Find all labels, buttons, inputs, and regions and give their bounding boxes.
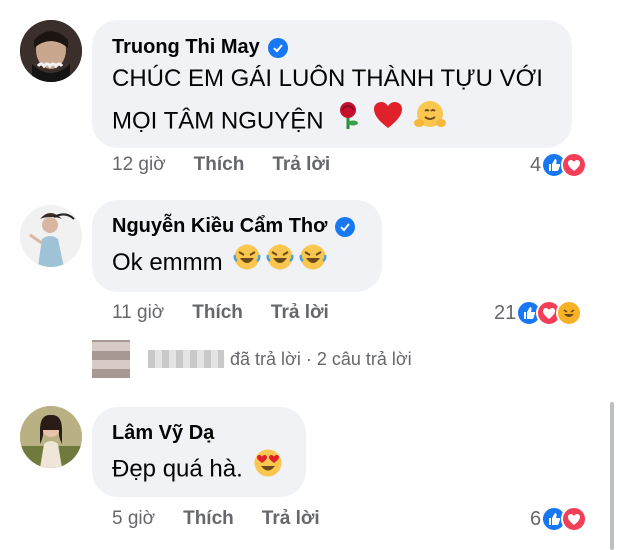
red-heart-icon — [373, 101, 403, 143]
love-reaction-icon — [561, 506, 588, 532]
avatar[interactable] — [20, 20, 82, 82]
redacted-replier-name — [148, 350, 224, 368]
author-row: Truong Thi May — [112, 36, 288, 59]
avatar-image — [20, 205, 82, 267]
avatar-image — [20, 406, 82, 468]
reply-button[interactable]: Trả lời — [271, 302, 329, 324]
comment-line: MỌI TÂM NGUYỆN — [112, 107, 324, 135]
author-name[interactable]: Truong Thi May — [112, 36, 260, 59]
author-name[interactable]: Nguyễn Kiều Cẩm Thơ — [112, 215, 327, 238]
timestamp[interactable]: 12 giờ — [112, 154, 166, 176]
rofl-icon — [233, 243, 261, 285]
haha-reaction-icon — [556, 300, 583, 326]
like-button[interactable]: Thích — [192, 302, 243, 324]
comment-actions: 12 giờ Thích Trả lời — [112, 154, 358, 176]
scrollbar[interactable] — [610, 402, 614, 550]
reaction-count: 6 — [530, 507, 542, 530]
comment-line: Đẹp quá hà. — [112, 455, 243, 483]
comment-line-with-emoji: MỌI TÂM NGUYỆN — [112, 100, 543, 144]
reaction-summary[interactable]: 6 — [530, 506, 588, 532]
author-name[interactable]: Lâm Vỹ Dạ — [112, 422, 214, 445]
author-row: Lâm Vỹ Dạ — [112, 422, 214, 445]
reaction-count: 21 — [494, 301, 517, 324]
comment-text: Đẹp quá hà. — [112, 448, 283, 492]
rose-icon — [334, 100, 362, 144]
like-button[interactable]: Thích — [194, 154, 245, 176]
replier-avatar — [92, 340, 130, 378]
reaction-summary[interactable]: 4 — [530, 152, 588, 178]
author-row: Nguyễn Kiều Cẩm Thơ — [112, 215, 356, 238]
avatar-image — [20, 20, 82, 82]
view-replies-row[interactable]: đã trả lời · 2 câu trả lời — [92, 340, 412, 378]
reaction-summary[interactable]: 21 — [494, 300, 583, 326]
comment-line: CHÚC EM GÁI LUÔN THÀNH TỰU VỚI — [112, 65, 543, 92]
timestamp[interactable]: 5 giờ — [112, 508, 155, 530]
comment-text: Ok emmm — [112, 242, 327, 285]
comment-actions: 5 giờ Thích Trả lời — [112, 508, 348, 530]
rofl-icon — [299, 243, 327, 285]
like-button[interactable]: Thích — [183, 508, 234, 530]
reaction-count: 4 — [530, 153, 542, 176]
reply-summary-text[interactable]: đã trả lời · 2 câu trả lời — [230, 349, 412, 370]
comment-text: CHÚC EM GÁI LUÔN THÀNH TỰU VỚI MỌI TÂM N… — [112, 58, 543, 144]
verified-badge-icon — [267, 37, 288, 58]
love-reaction-icon — [561, 152, 588, 178]
reply-button[interactable]: Trả lời — [262, 508, 320, 530]
verified-badge-icon — [335, 216, 356, 237]
heart-eyes-icon — [253, 448, 283, 492]
hugging-face-icon — [413, 100, 446, 144]
avatar[interactable] — [20, 406, 82, 468]
comment-line: Ok emmm — [112, 249, 223, 276]
reply-button[interactable]: Trả lời — [272, 154, 330, 176]
avatar[interactable] — [20, 205, 82, 267]
comment-actions: 11 giờ Thích Trả lời — [112, 302, 357, 324]
timestamp[interactable]: 11 giờ — [112, 302, 164, 324]
rofl-icon — [266, 243, 294, 285]
